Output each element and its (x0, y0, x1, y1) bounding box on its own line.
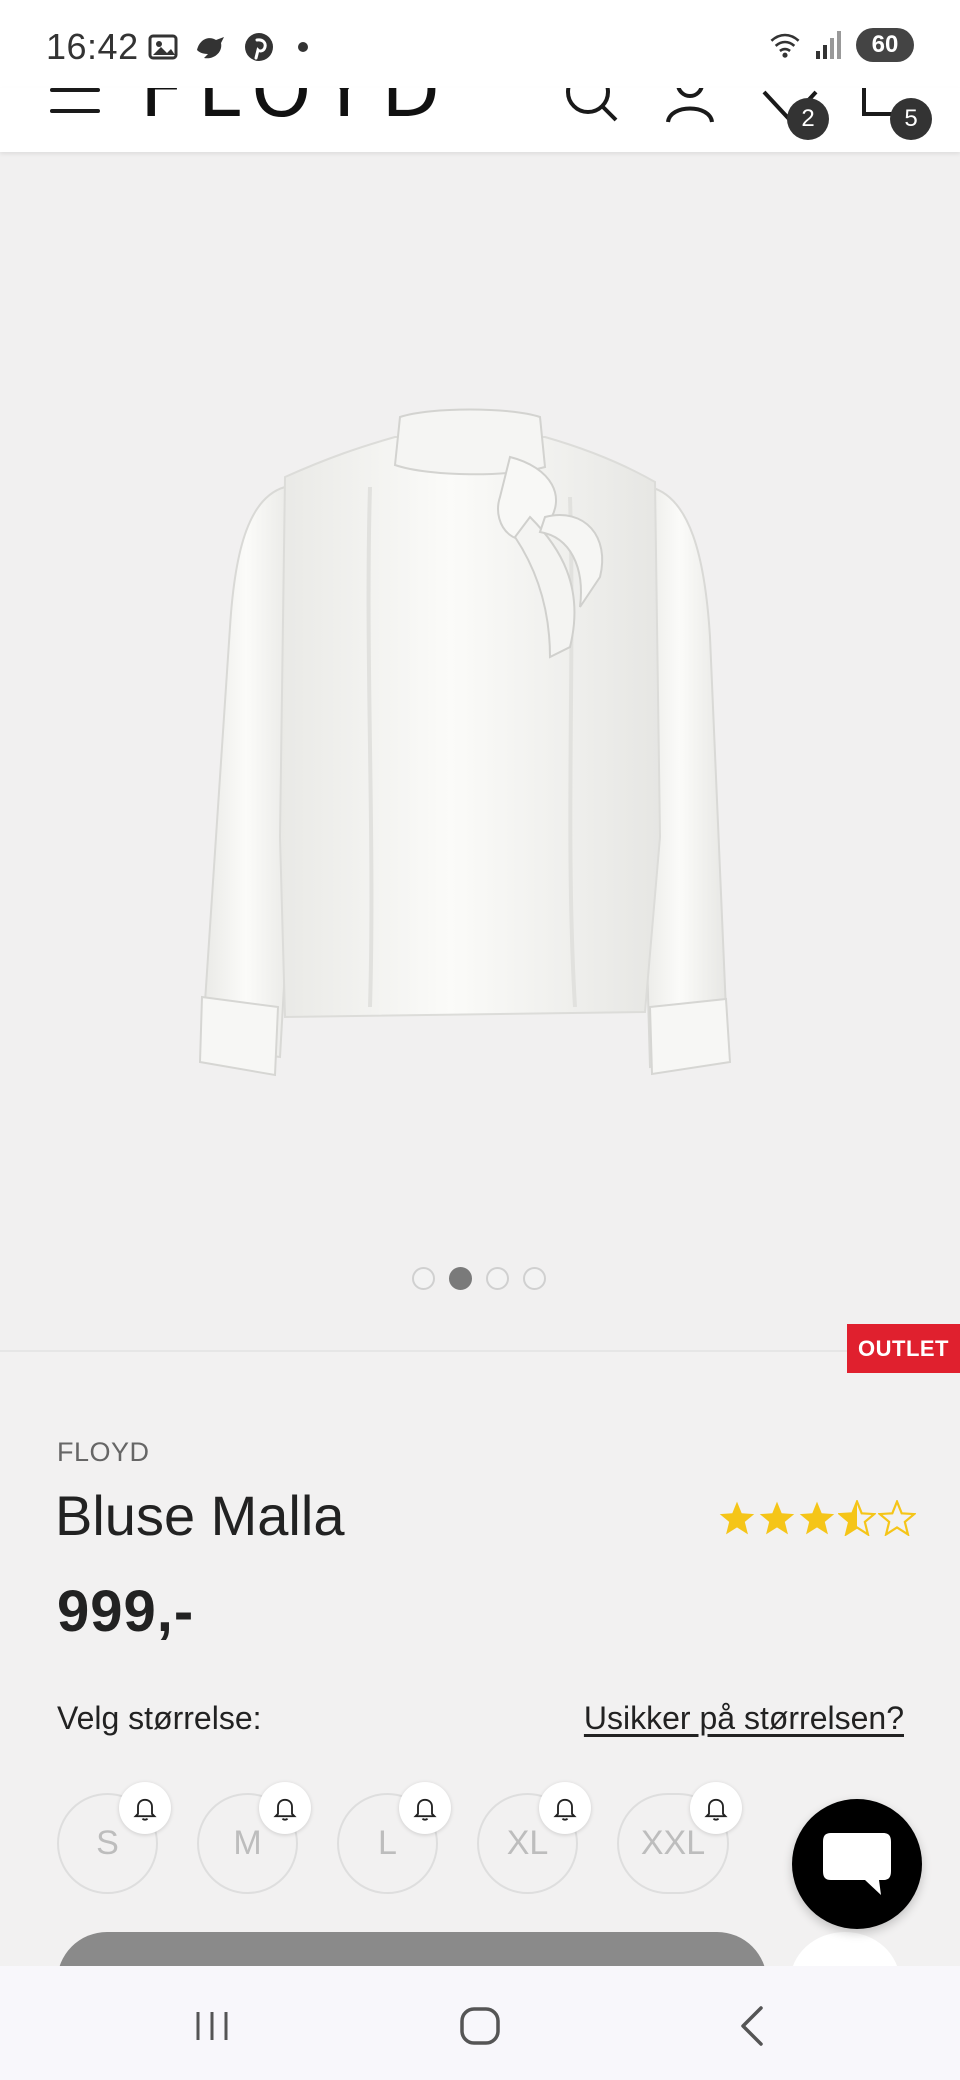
pinterest-icon (242, 30, 276, 64)
gallery-dot[interactable] (412, 1267, 435, 1290)
account-icon[interactable] (660, 88, 720, 134)
bell-icon[interactable] (690, 1782, 742, 1834)
bell-icon[interactable] (119, 1782, 171, 1834)
signal-icon (812, 28, 846, 62)
gallery-icon (146, 30, 180, 64)
gallery-dot-active[interactable] (449, 1267, 472, 1290)
size-guide-link[interactable]: Usikker på størrelsen? (584, 1700, 904, 1737)
outlet-badge: OUTLET (847, 1324, 960, 1373)
chat-button[interactable] (792, 1799, 922, 1929)
system-icons: 60 (768, 28, 914, 62)
wishlist-count-badge: 2 (787, 98, 829, 140)
dot-icon (298, 42, 308, 52)
divider (0, 1350, 960, 1352)
home-icon[interactable] (450, 1996, 510, 2056)
gallery-pagination (412, 1267, 546, 1290)
product-title: Bluse Malla (55, 1484, 345, 1547)
product-rating[interactable] (718, 1498, 918, 1543)
star-full-icon (718, 1500, 756, 1543)
product-image-gallery[interactable] (0, 152, 960, 1352)
product-image (198, 408, 732, 1077)
chat-bubble-icon (823, 1833, 891, 1895)
recent-apps-icon[interactable] (182, 1996, 242, 2056)
menu-icon[interactable] (50, 88, 100, 118)
battery-level: 60 (871, 31, 899, 58)
status-bar: 16:42 60 (0, 0, 960, 88)
bell-icon[interactable] (259, 1782, 311, 1834)
size-label: Velg størrelse: (57, 1700, 262, 1736)
star-full-icon (758, 1500, 796, 1543)
wifi-icon (768, 28, 802, 62)
star-full-icon (798, 1500, 836, 1543)
site-logo[interactable]: FLOYD (140, 88, 454, 128)
app-header: FLOYD 2 5 (0, 88, 960, 152)
system-nav-bar (0, 1966, 960, 2080)
bell-icon[interactable] (399, 1782, 451, 1834)
star-empty-icon (876, 1498, 918, 1543)
bird-icon (194, 30, 228, 64)
gallery-dot[interactable] (486, 1267, 509, 1290)
battery-icon: 60 (856, 28, 914, 62)
gallery-dot[interactable] (523, 1267, 546, 1290)
product-brand[interactable]: FLOYD (57, 1437, 150, 1468)
bell-icon[interactable] (539, 1782, 591, 1834)
search-icon[interactable] (560, 88, 620, 134)
cart-count-badge: 5 (890, 98, 932, 140)
star-half-icon (836, 1498, 878, 1543)
notification-icons (146, 30, 308, 64)
product-price: 999,- (57, 1579, 195, 1644)
status-time: 16:42 (46, 26, 139, 67)
back-icon[interactable] (722, 1996, 782, 2056)
